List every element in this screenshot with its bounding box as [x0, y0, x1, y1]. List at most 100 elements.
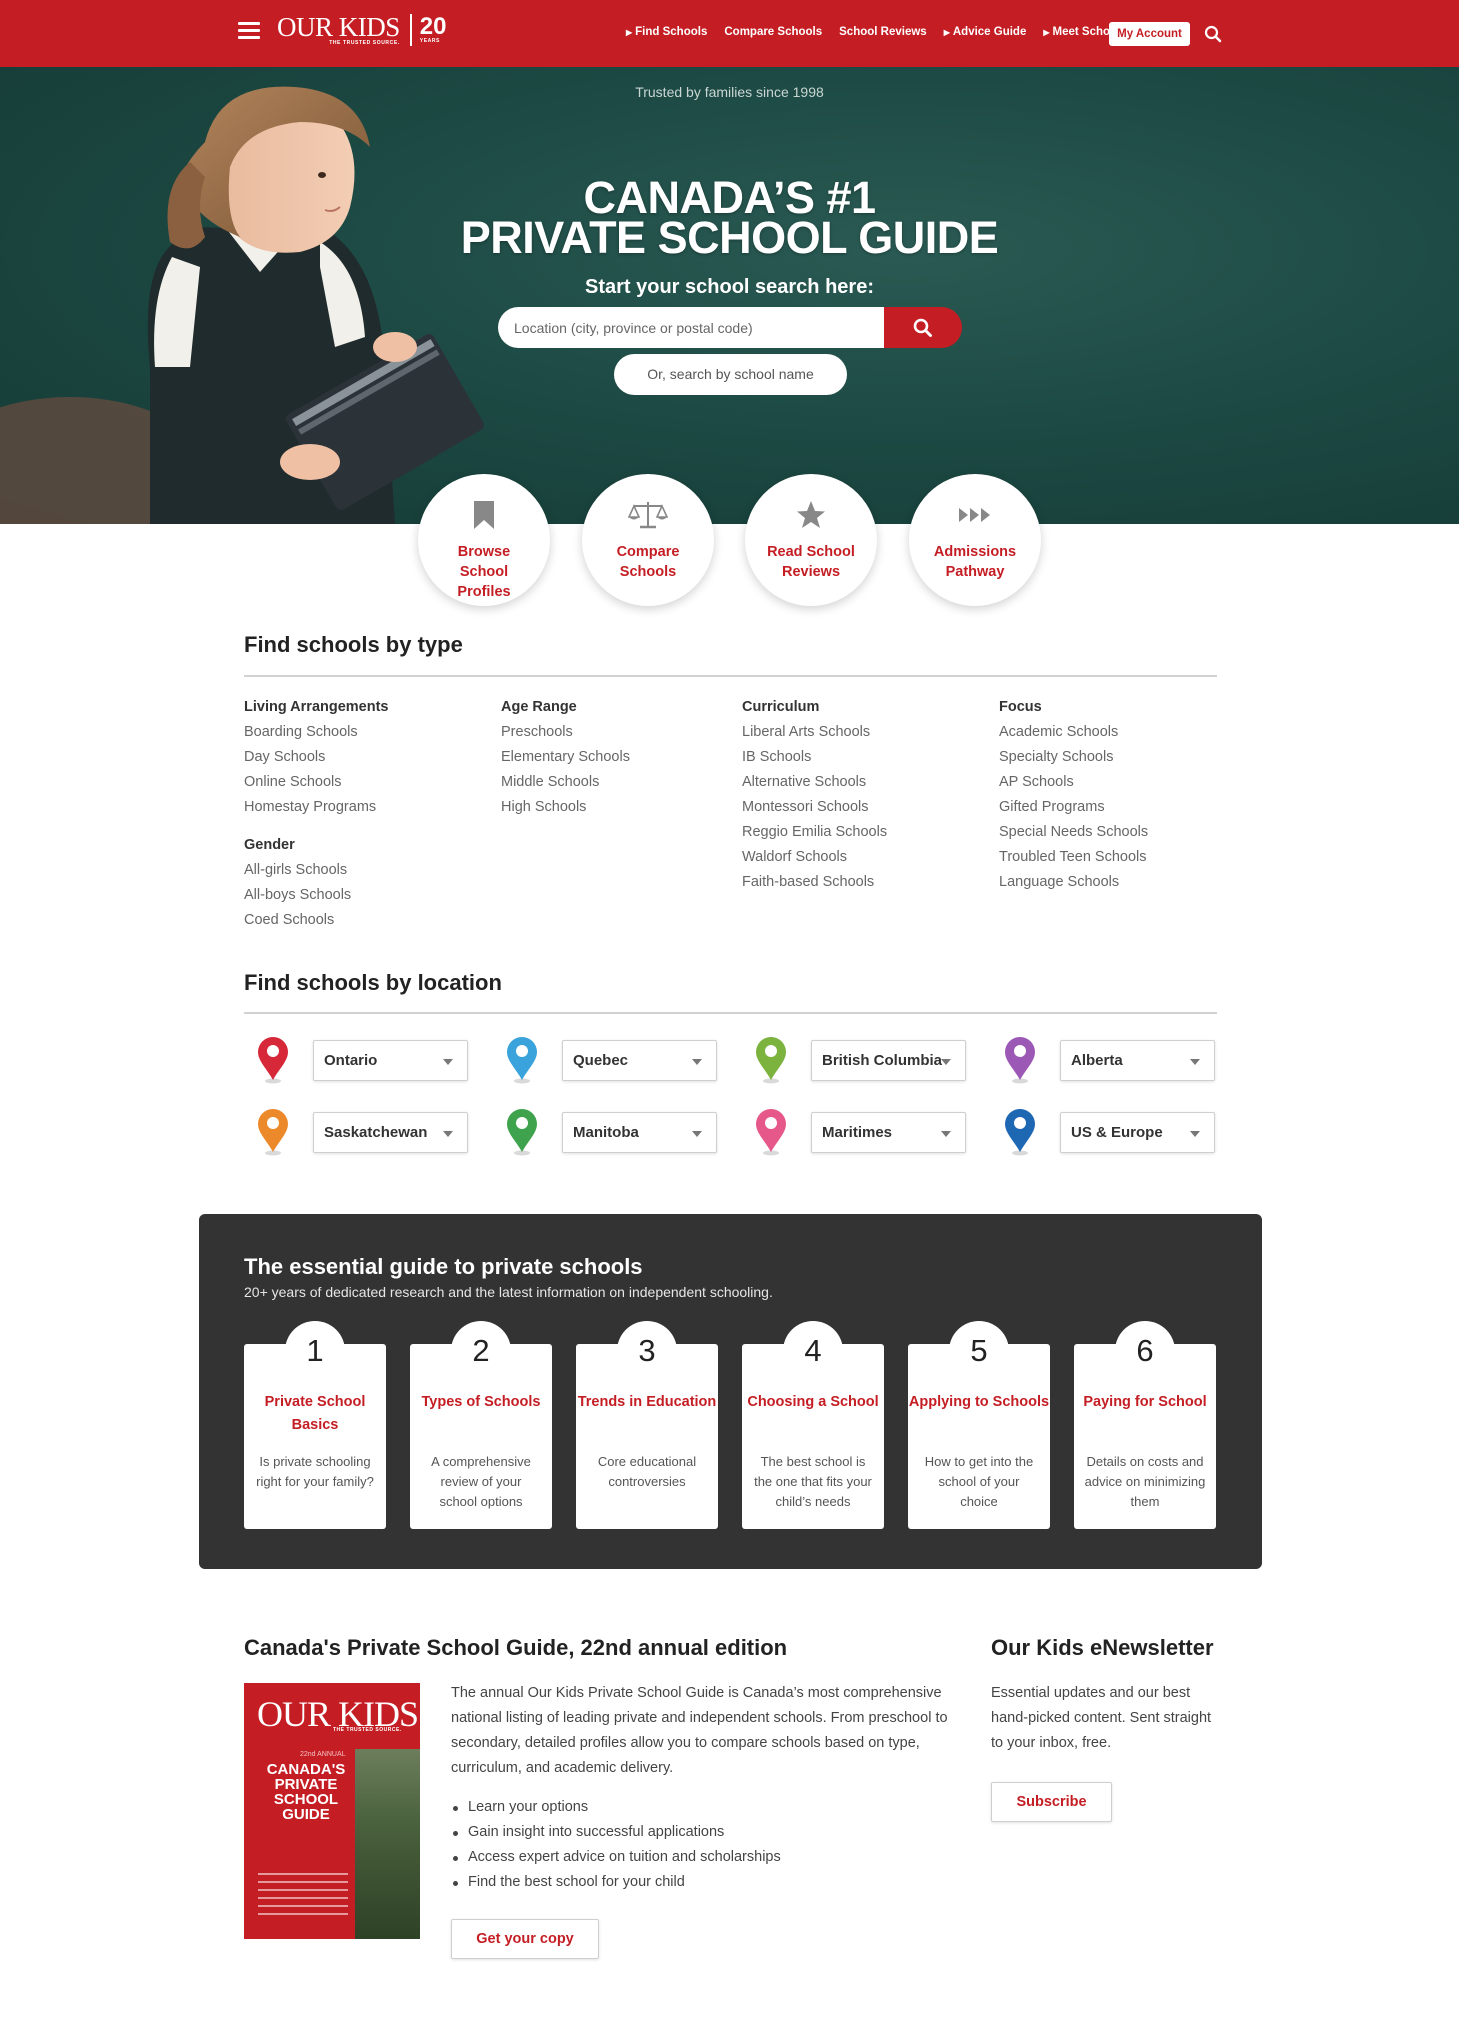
group-title: Focus [999, 699, 1042, 715]
bookmark-icon [474, 501, 494, 529]
group-title: Age Range [501, 699, 577, 715]
nav-label: Advice Guide [952, 26, 1027, 38]
card-number: 3 [617, 1321, 677, 1381]
type-link[interactable]: Boarding Schools [244, 722, 389, 747]
my-account-button[interactable]: My Account [1109, 22, 1190, 46]
guide-card-trends[interactable]: 3 Trends in Education Core educational c… [576, 1321, 718, 1529]
hero-banner: Trusted by families since 1998 CANADA’S … [0, 67, 1459, 524]
card-title: Paying for School [1083, 1394, 1207, 1410]
nav-label: School Reviews [839, 26, 927, 38]
nav-school-reviews[interactable]: School Reviews [839, 26, 927, 38]
map-pin-icon [507, 1037, 537, 1084]
region-select-alberta[interactable]: Alberta [1060, 1040, 1215, 1081]
card-number: 6 [1115, 1321, 1175, 1381]
guide-card-types[interactable]: 2 Types of Schools A comprehensive revie… [410, 1321, 552, 1529]
top-navbar: OUR KIDS THE TRUSTED SOURCE. 20 YEARS ▶ F… [0, 0, 1459, 67]
region-label: British Columbia [822, 1052, 943, 1069]
region-select-quebec[interactable]: Quebec [562, 1040, 717, 1081]
type-link[interactable]: Elementary Schools [501, 747, 630, 772]
list-item: Learn your options [451, 1795, 781, 1820]
card-description: The best school is the one that fits you… [754, 1454, 872, 1509]
region-select-maritimes[interactable]: Maritimes [811, 1112, 966, 1153]
type-link[interactable]: Faith-based Schools [742, 872, 887, 897]
map-pin-icon [258, 1037, 288, 1084]
get-your-copy-button[interactable]: Get your copy [451, 1919, 599, 1959]
hamburger-icon[interactable] [238, 22, 260, 40]
hero-subtitle: Start your school search here: [585, 276, 874, 298]
card-description: Details on costs and advice on minimizin… [1084, 1454, 1206, 1509]
guide-card-paying[interactable]: 6 Paying for School Details on costs and… [1074, 1321, 1216, 1529]
type-link[interactable]: High Schools [501, 797, 630, 822]
star-icon [797, 501, 825, 528]
annual-benefits-list: Learn your options Gain insight into suc… [451, 1795, 781, 1895]
search-icon [913, 318, 932, 337]
caret-down-icon [692, 1131, 702, 1137]
location-search-input[interactable] [498, 307, 884, 348]
school-name-search-button[interactable]: Or, search by school name [614, 354, 847, 395]
type-link[interactable]: Academic Schools [999, 722, 1148, 747]
guide-card-basics[interactable]: 1 Private School Basics Is private schoo… [244, 1321, 386, 1529]
list-item: Gain insight into successful application… [451, 1820, 781, 1845]
type-link[interactable]: Special Needs Schools [999, 822, 1148, 847]
nav-find-schools[interactable]: ▶ Find Schools [626, 26, 707, 38]
guide-card-applying[interactable]: 5 Applying to Schools How to get into th… [908, 1321, 1050, 1529]
region-select-ontario[interactable]: Ontario [313, 1040, 468, 1081]
compare-schools-button[interactable]: Compare Schools [582, 474, 714, 606]
guide-title: The essential guide to private schools [244, 1254, 643, 1279]
type-link[interactable]: Alternative Schools [742, 772, 887, 797]
logo-divider [409, 14, 412, 46]
location-search-button[interactable] [884, 307, 962, 348]
nav-compare-schools[interactable]: Compare Schools [724, 26, 822, 38]
type-link[interactable]: IB Schools [742, 747, 887, 772]
type-link[interactable]: Language Schools [999, 872, 1148, 897]
feature-label: Admissions Pathway [933, 544, 1017, 580]
caret-down-icon [443, 1059, 453, 1065]
nav-advice-guide[interactable]: ▶ Advice Guide [944, 26, 1027, 38]
admissions-pathway-button[interactable]: Admissions Pathway [909, 474, 1041, 606]
map-pin-icon [756, 1109, 786, 1156]
type-link[interactable]: Montessori Schools [742, 797, 887, 822]
caret-down-icon [941, 1059, 951, 1065]
type-link[interactable]: Gifted Programs [999, 797, 1148, 822]
section-divider [244, 1012, 1217, 1014]
type-link[interactable]: Coed Schools [244, 910, 389, 935]
type-link[interactable]: Day Schools [244, 747, 389, 772]
fast-forward-icon [959, 508, 990, 522]
subscribe-button[interactable]: Subscribe [991, 1782, 1112, 1822]
card-title: Private School Basics [264, 1394, 366, 1433]
region-select-manitoba[interactable]: Manitoba [562, 1112, 717, 1153]
cover-edition: 22nd ANNUAL [300, 1751, 346, 1758]
type-link[interactable]: AP Schools [999, 772, 1148, 797]
region-select-saskatchewan[interactable]: Saskatchewan [313, 1112, 468, 1153]
browse-profiles-button[interactable]: Browse School Profiles [418, 474, 550, 606]
type-link[interactable]: Waldorf Schools [742, 847, 887, 872]
site-logo[interactable]: OUR KIDS THE TRUSTED SOURCE. 20 YEARS [277, 13, 446, 46]
read-reviews-button[interactable]: Read School Reviews [745, 474, 877, 606]
type-link[interactable]: Online Schools [244, 772, 389, 797]
guide-book-cover[interactable]: OUR KIDS THE TRUSTED SOURCE. 22nd ANNUAL… [244, 1683, 420, 1939]
type-link[interactable]: Preschools [501, 722, 630, 747]
region-label: Manitoba [573, 1124, 639, 1141]
type-link[interactable]: Liberal Arts Schools [742, 722, 887, 747]
guide-card-choosing[interactable]: 4 Choosing a School The best school is t… [742, 1321, 884, 1529]
region-select-british-columbia[interactable]: British Columbia [811, 1040, 966, 1081]
type-link[interactable]: Reggio Emilia Schools [742, 822, 887, 847]
cover-fine-print [258, 1873, 348, 1933]
type-link[interactable]: Homestay Programs [244, 797, 389, 822]
search-icon[interactable] [1204, 25, 1222, 43]
section-divider [244, 675, 1217, 677]
guide-subtitle: 20+ years of dedicated research and the … [244, 1284, 773, 1300]
newsletter-heading: Our Kids eNewsletter [991, 1635, 1214, 1660]
type-link[interactable]: Specialty Schools [999, 747, 1148, 772]
by-location-heading: Find schools by location [244, 970, 502, 995]
region-select-us-europe[interactable]: US & Europe [1060, 1112, 1215, 1153]
card-number: 5 [949, 1321, 1009, 1381]
region-label: Ontario [324, 1052, 378, 1069]
type-link[interactable]: All-boys Schools [244, 885, 389, 910]
type-link[interactable]: All-girls Schools [244, 860, 389, 885]
map-pin-icon [507, 1109, 537, 1156]
region-label: Alberta [1071, 1052, 1123, 1069]
type-link[interactable]: Troubled Teen Schools [999, 847, 1148, 872]
type-link[interactable]: Middle Schools [501, 772, 630, 797]
